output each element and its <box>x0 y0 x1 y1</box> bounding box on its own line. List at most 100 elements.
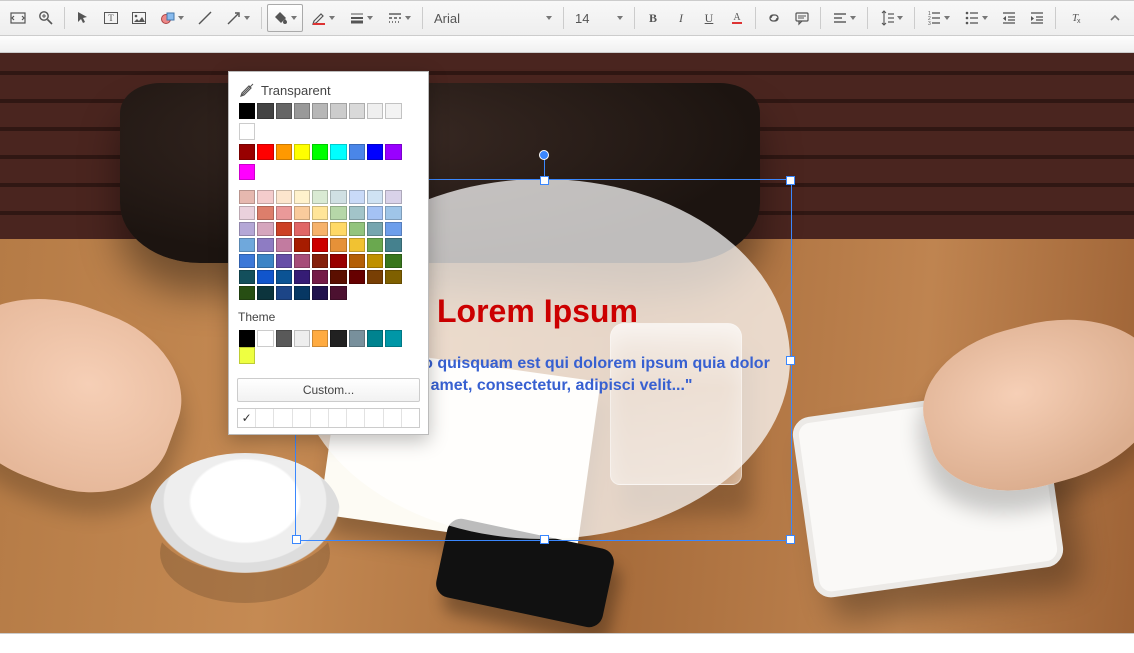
color-swatch[interactable] <box>276 286 292 300</box>
custom-color-cell[interactable] <box>274 409 292 427</box>
color-swatch[interactable] <box>349 190 365 204</box>
color-swatch[interactable] <box>312 254 328 268</box>
decrease-indent-button[interactable] <box>996 4 1022 32</box>
color-swatch[interactable] <box>349 270 365 284</box>
custom-color-cell[interactable] <box>347 409 365 427</box>
custom-color-cell[interactable] <box>329 409 347 427</box>
color-swatch[interactable] <box>239 164 255 180</box>
custom-color-cell[interactable] <box>402 409 419 427</box>
color-swatch[interactable] <box>239 190 255 204</box>
color-swatch[interactable] <box>257 270 273 284</box>
color-swatch[interactable] <box>330 238 346 252</box>
color-swatch[interactable] <box>257 254 273 268</box>
color-swatch[interactable] <box>367 254 383 268</box>
fill-color-button[interactable] <box>267 4 303 32</box>
color-swatch[interactable] <box>367 270 383 284</box>
color-swatch[interactable] <box>239 238 255 252</box>
color-swatch[interactable] <box>239 103 255 119</box>
color-swatch[interactable] <box>239 254 255 268</box>
color-swatch[interactable] <box>349 206 365 220</box>
color-swatch[interactable] <box>349 103 365 119</box>
color-swatch[interactable] <box>294 286 310 300</box>
color-swatch[interactable] <box>312 270 328 284</box>
color-swatch[interactable] <box>294 270 310 284</box>
color-swatch[interactable] <box>367 144 383 160</box>
resize-handle-n[interactable] <box>540 176 549 185</box>
color-swatch[interactable] <box>349 144 365 160</box>
image-tool-button[interactable] <box>126 4 152 32</box>
color-swatch[interactable] <box>330 190 346 204</box>
color-swatch[interactable] <box>349 330 365 347</box>
color-swatch[interactable] <box>276 206 292 220</box>
color-swatch[interactable] <box>276 270 292 284</box>
color-swatch[interactable] <box>276 330 292 347</box>
color-swatch[interactable] <box>257 190 273 204</box>
color-swatch[interactable] <box>330 144 346 160</box>
color-swatch[interactable] <box>312 103 328 119</box>
color-swatch[interactable] <box>294 238 310 252</box>
color-swatch[interactable] <box>294 103 310 119</box>
color-swatch[interactable] <box>367 330 383 347</box>
color-swatch[interactable] <box>257 103 273 119</box>
color-swatch[interactable] <box>330 330 346 347</box>
color-swatch[interactable] <box>294 222 310 236</box>
color-swatch[interactable] <box>349 254 365 268</box>
color-swatch[interactable] <box>385 254 401 268</box>
color-swatch[interactable] <box>239 286 255 300</box>
color-swatch[interactable] <box>330 254 346 268</box>
toolbar-overflow-button[interactable] <box>1104 1 1126 35</box>
numbered-list-button[interactable]: 123 <box>920 4 956 32</box>
zoom-button[interactable] <box>33 4 59 32</box>
color-swatch[interactable] <box>312 238 328 252</box>
color-swatch[interactable] <box>294 144 310 160</box>
bulleted-list-button[interactable] <box>958 4 994 32</box>
color-swatch[interactable] <box>239 123 255 139</box>
custom-color-cell[interactable] <box>365 409 383 427</box>
color-swatch[interactable] <box>312 222 328 236</box>
insert-link-button[interactable] <box>761 4 787 32</box>
color-swatch[interactable] <box>239 206 255 220</box>
zoom-fit-button[interactable] <box>5 4 31 32</box>
italic-button[interactable]: I <box>668 4 694 32</box>
bold-button[interactable]: B <box>640 4 666 32</box>
color-swatch[interactable] <box>276 103 292 119</box>
color-swatch[interactable] <box>385 103 401 119</box>
custom-color-cell[interactable]: ✓ <box>238 409 256 427</box>
rotation-handle[interactable] <box>539 150 549 160</box>
color-swatch[interactable] <box>257 144 273 160</box>
color-swatch[interactable] <box>312 206 328 220</box>
line-tool-button[interactable] <box>192 4 218 32</box>
color-swatch[interactable] <box>294 206 310 220</box>
transparent-option[interactable]: Transparent <box>237 79 420 101</box>
color-swatch[interactable] <box>367 190 383 204</box>
color-swatch[interactable] <box>239 144 255 160</box>
resize-handle-s[interactable] <box>540 535 549 544</box>
resize-handle-sw[interactable] <box>292 535 301 544</box>
arrow-tool-button[interactable] <box>220 4 256 32</box>
color-swatch[interactable] <box>367 222 383 236</box>
color-swatch[interactable] <box>276 190 292 204</box>
color-swatch[interactable] <box>367 206 383 220</box>
color-swatch[interactable] <box>276 222 292 236</box>
border-dash-button[interactable] <box>381 4 417 32</box>
text-color-button[interactable]: A <box>724 4 750 32</box>
color-swatch[interactable] <box>239 330 255 347</box>
color-swatch[interactable] <box>330 222 346 236</box>
border-color-button[interactable] <box>305 4 341 32</box>
line-spacing-button[interactable] <box>873 4 909 32</box>
resize-handle-se[interactable] <box>786 535 795 544</box>
resize-handle-ne[interactable] <box>786 176 795 185</box>
textbox-tool-button[interactable]: T <box>98 4 124 32</box>
color-swatch[interactable] <box>257 330 273 347</box>
color-swatch[interactable] <box>385 270 401 284</box>
color-swatch[interactable] <box>385 222 401 236</box>
resize-handle-e[interactable] <box>786 356 795 365</box>
color-swatch[interactable] <box>257 286 273 300</box>
color-swatch[interactable] <box>349 222 365 236</box>
color-swatch[interactable] <box>349 238 365 252</box>
color-swatch[interactable] <box>330 270 346 284</box>
border-weight-button[interactable] <box>343 4 379 32</box>
insert-comment-button[interactable] <box>789 4 815 32</box>
align-horizontal-button[interactable] <box>826 4 862 32</box>
custom-color-cell[interactable] <box>311 409 329 427</box>
